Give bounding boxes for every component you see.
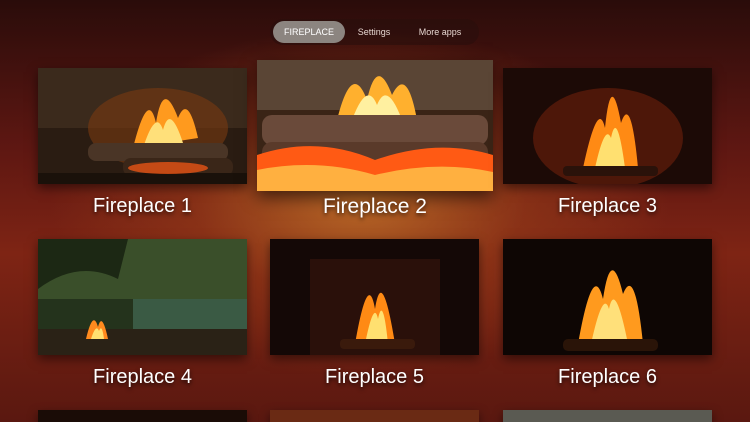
fireplace-thumbnail-row3-1[interactable]: [38, 410, 247, 422]
fire-image: [503, 239, 712, 355]
fireplace-thumbnail-row3-3[interactable]: [503, 410, 712, 422]
forest-fire-image: [38, 239, 247, 355]
fireplace-card-6[interactable]: Fireplace 6: [503, 239, 712, 399]
fireplace-thumbnail: [38, 239, 247, 355]
fireplace-title: Fireplace 6: [558, 366, 657, 388]
fire-image: [38, 68, 247, 184]
fire-image: [270, 239, 479, 355]
fireplace-card-2[interactable]: Fireplace 2: [257, 60, 493, 228]
tab-settings[interactable]: Settings: [345, 21, 403, 43]
fireplace-title: Fireplace 5: [325, 366, 424, 388]
fire-image: [257, 60, 493, 191]
fireplace-title: Fireplace 1: [93, 195, 192, 217]
fireplace-thumbnail: [257, 60, 493, 191]
tab-fireplace[interactable]: FIREPLACE: [273, 21, 345, 43]
fireplace-title: Fireplace 4: [93, 366, 192, 388]
fireplace-title: Fireplace 3: [558, 195, 657, 217]
fireplace-thumbnail: [503, 239, 712, 355]
tab-more-apps[interactable]: More apps: [403, 21, 477, 43]
fireplace-thumbnail: [38, 68, 247, 184]
top-navigation: FIREPLACE Settings More apps: [270, 19, 479, 45]
fireplace-thumbnail: [270, 239, 479, 355]
fireplace-thumbnail: [503, 68, 712, 184]
fireplace-title: Fireplace 2: [323, 195, 427, 218]
fireplace-card-3[interactable]: Fireplace 3: [503, 68, 712, 228]
fire-image: [503, 68, 712, 184]
fireplace-card-1[interactable]: Fireplace 1: [38, 68, 247, 228]
fireplace-thumbnail-row3-2[interactable]: [270, 410, 479, 422]
fireplace-card-5[interactable]: Fireplace 5: [270, 239, 479, 399]
fireplace-card-4[interactable]: Fireplace 4: [38, 239, 247, 399]
